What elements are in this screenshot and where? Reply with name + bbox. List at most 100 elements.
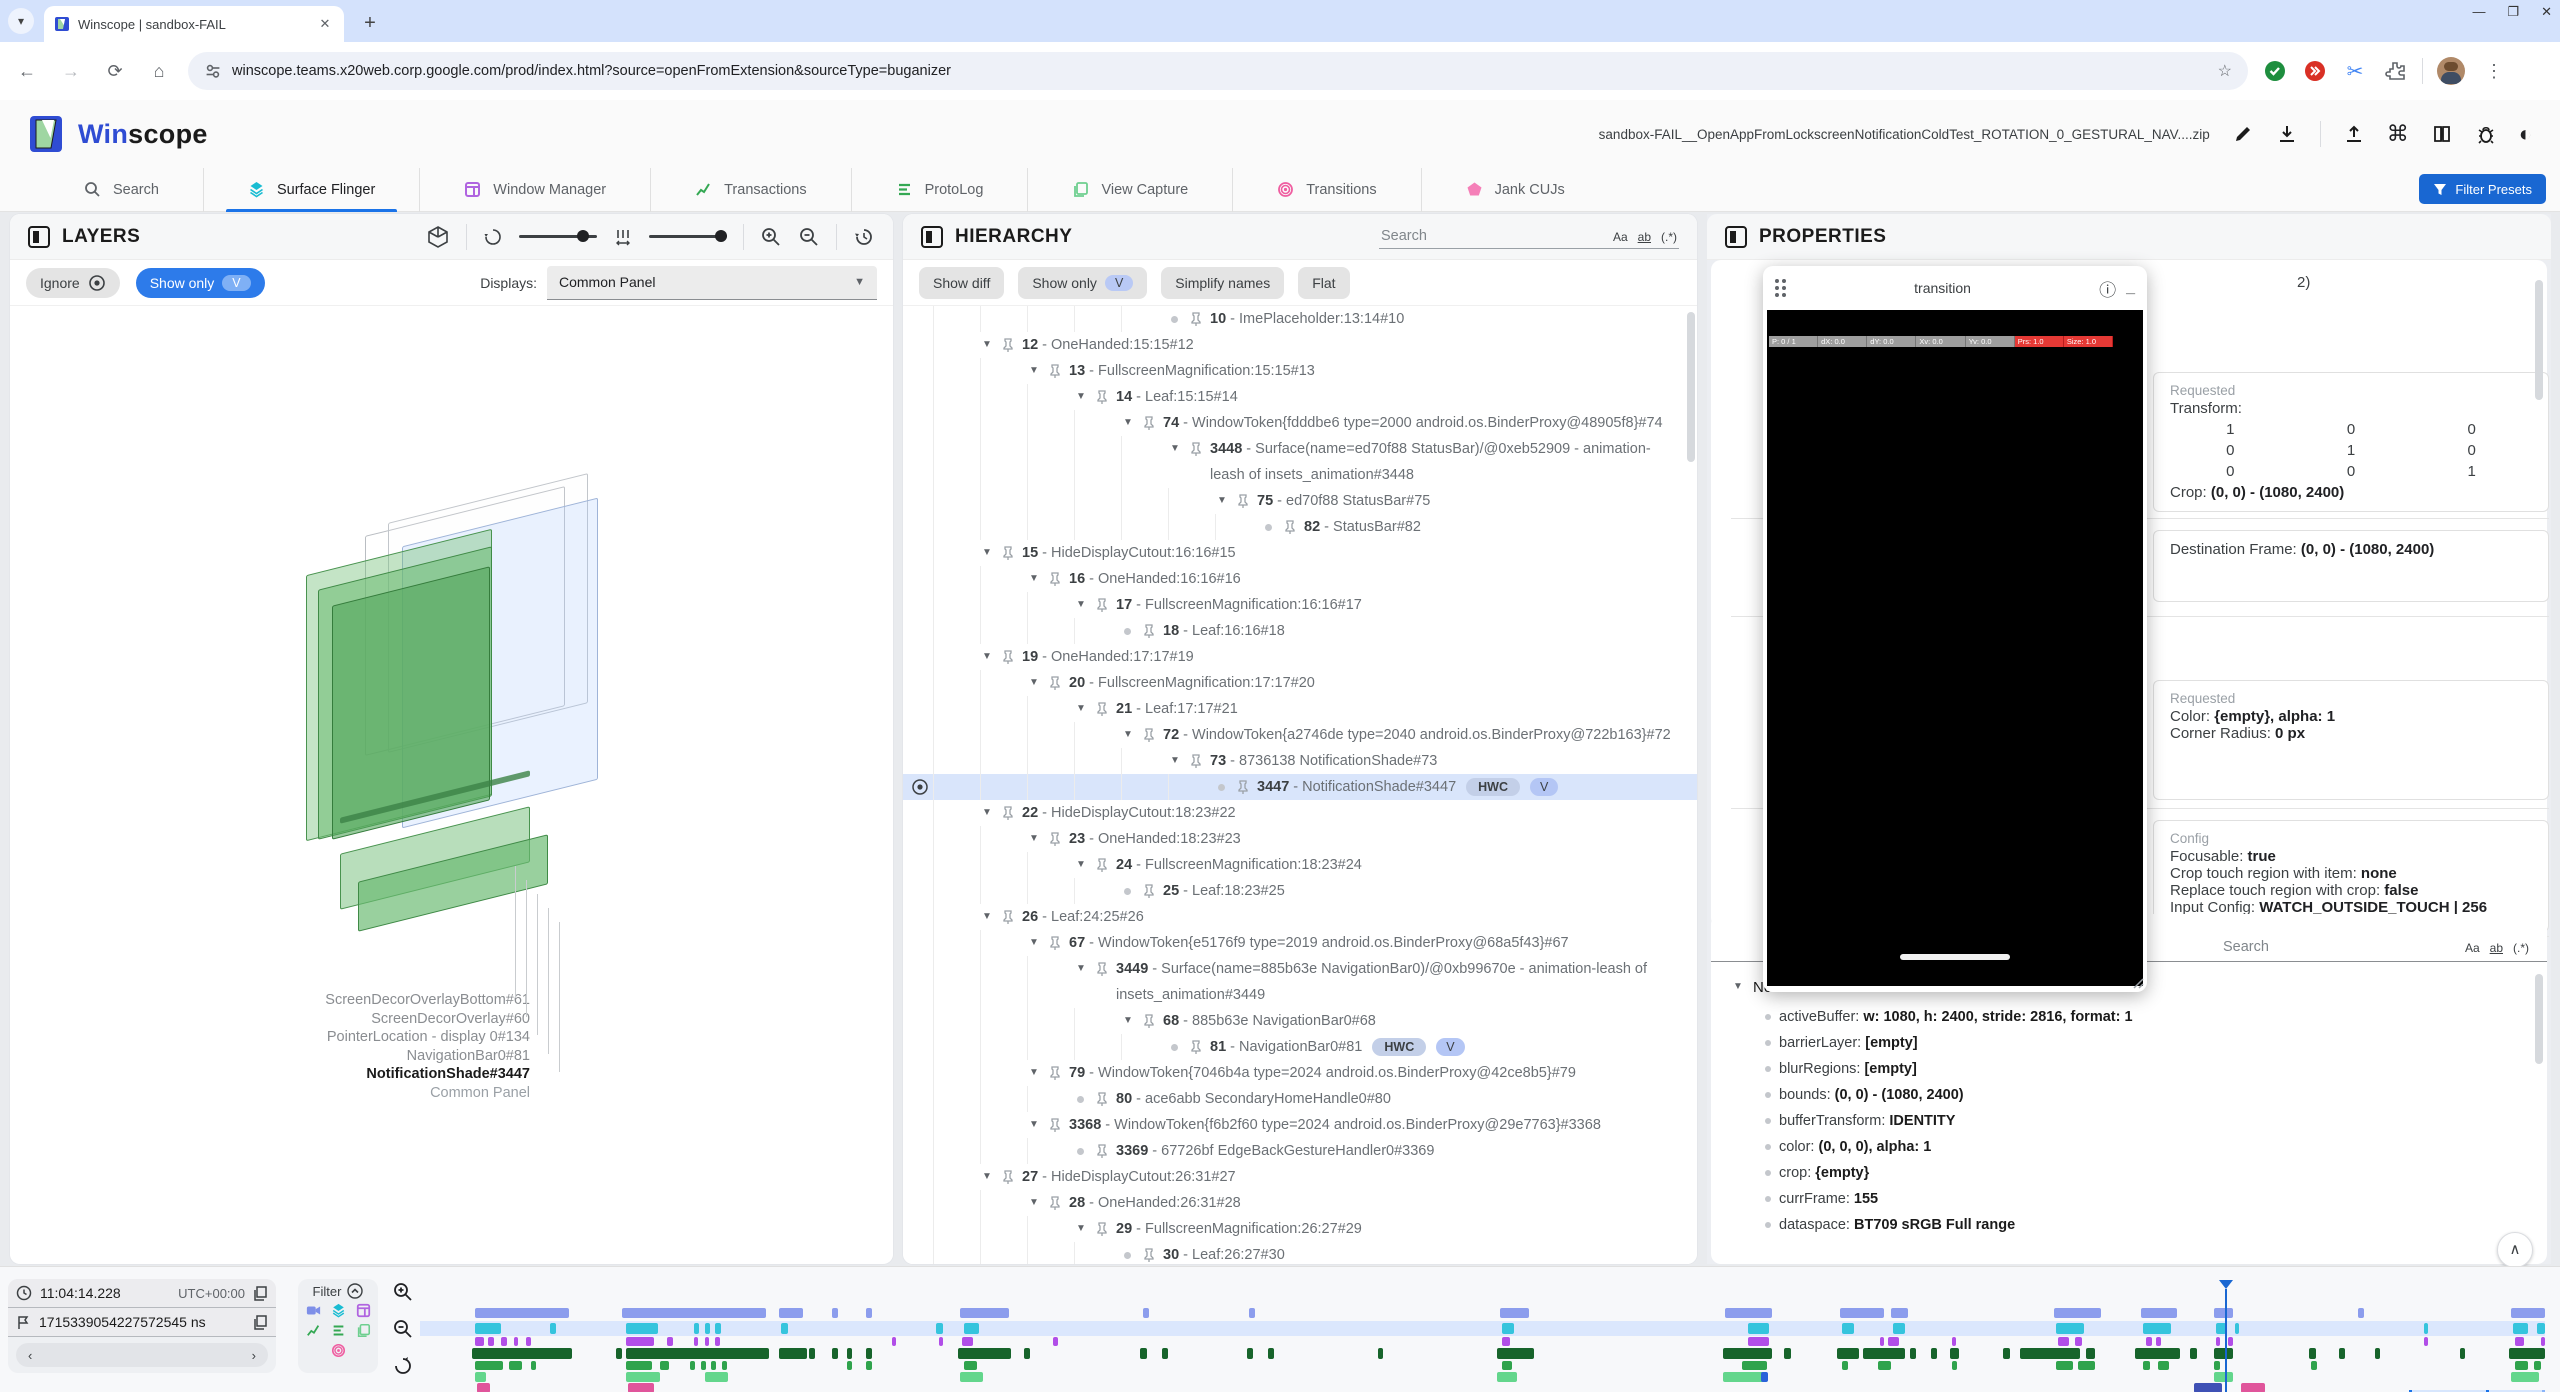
trace-entry-bar[interactable] [847, 1361, 852, 1370]
tree-row[interactable]: ▼ 23 - OneHanded:18:23#23 [903, 826, 1697, 852]
property-row[interactable]: bounds: (0, 0) - (1080, 2400) [1731, 1087, 2539, 1104]
extension-red-icon[interactable] [2302, 58, 2328, 84]
tab-transitions[interactable]: Transitions [1232, 168, 1420, 212]
extension-green-icon[interactable] [2262, 58, 2288, 84]
site-settings-icon[interactable] [204, 62, 222, 80]
layer-label[interactable]: ScreenDecorOverlayBottom#61 [325, 992, 530, 1008]
trace-entry-bar[interactable] [964, 1323, 979, 1334]
collapse-filter-icon[interactable] [347, 1283, 363, 1299]
trace-entry-bar[interactable] [2075, 1337, 2081, 1346]
tab-close-icon[interactable]: ✕ [316, 15, 334, 33]
trace-entry-bar[interactable] [2214, 1348, 2233, 1359]
timeline-reset-zoom-icon[interactable] [392, 1355, 414, 1377]
property-row[interactable]: currFrame: 155 [1731, 1191, 2539, 1208]
pin-icon[interactable] [1096, 1222, 1108, 1237]
window-maximize-icon[interactable]: ❐ [2507, 4, 2519, 20]
curr-state-scrollbar[interactable] [2535, 974, 2543, 1064]
upload-icon[interactable] [2343, 123, 2365, 145]
back-icon[interactable]: ← [12, 56, 42, 86]
properties-scrollbar[interactable] [2535, 280, 2543, 400]
trace-entry-bar[interactable] [2339, 1348, 2345, 1359]
dark-mode-toggle-icon[interactable]: ◐ [2519, 121, 2532, 147]
pin-icon[interactable] [1143, 1014, 1155, 1029]
expand-arrow-icon[interactable]: ▼ [1121, 410, 1135, 436]
toggle-show-only[interactable]: Show onlyV [1018, 267, 1147, 299]
layer-label[interactable]: ScreenDecorOverlay#60 [371, 1011, 530, 1027]
trace-entry-bar[interactable] [2135, 1348, 2180, 1359]
minimize-overlay-icon[interactable]: _ [2126, 279, 2135, 297]
property-row[interactable]: crop: {empty} [1731, 1165, 2539, 1182]
tree-row[interactable]: ▼ 72 - WindowToken{a2746de type=2040 and… [903, 722, 1697, 748]
trace-entry-bar[interactable] [475, 1308, 569, 1318]
trace-entry-bar[interactable] [1880, 1337, 1884, 1346]
trace-entry-bar[interactable] [626, 1348, 768, 1359]
expand-arrow-icon[interactable]: ▼ [1074, 384, 1088, 410]
trace-entry-bar[interactable] [1247, 1348, 1253, 1359]
tree-row[interactable]: 18 - Leaf:16:16#18 [903, 618, 1697, 644]
tree-row[interactable]: ▼ 29 - FullscreenMagnification:26:27#29 [903, 1216, 1697, 1242]
trace-entry-bar[interactable] [711, 1361, 716, 1370]
trace-entry-bar[interactable] [2228, 1337, 2232, 1346]
trace-entry-bar[interactable] [2541, 1337, 2545, 1346]
human-time-field[interactable]: 11:04:14.228 UTC+00:00 [8, 1279, 276, 1308]
tree-row[interactable]: ▼ 75 - ed70f88 StatusBar#75 [903, 488, 1697, 514]
timeline-tracks[interactable] [420, 1281, 2545, 1381]
toggle-show-diff[interactable]: Show diff [919, 267, 1004, 299]
tree-row[interactable]: ▼ 79 - WindowToken{7046b4a type=2024 and… [903, 1060, 1697, 1086]
trace-entry-bar[interactable] [2216, 1337, 2220, 1346]
regex-icon[interactable]: (.*) [1661, 230, 1677, 244]
trace-entry-bar[interactable] [1931, 1348, 1937, 1359]
trace-entry-bar[interactable] [626, 1323, 658, 1334]
copy-icon[interactable] [253, 1286, 268, 1301]
pin-icon[interactable] [1096, 962, 1108, 977]
info-icon[interactable]: ⓘ [2099, 276, 2116, 301]
trace-entry-bar[interactable] [936, 1323, 942, 1334]
tab-jank-cujs[interactable]: Jank CUJs [1421, 168, 1609, 212]
timeline-cursor-line[interactable] [2225, 1289, 2227, 1392]
tree-row[interactable]: ▼ 3449 - Surface(name=885b63e Navigation… [903, 956, 1697, 1008]
property-row[interactable]: barrierLayer: [empty] [1731, 1035, 2539, 1052]
pin-icon[interactable] [1143, 624, 1155, 639]
browser-tab[interactable]: Winscope | sandbox-FAIL ✕ [44, 6, 344, 42]
trace-entry-bar[interactable] [616, 1348, 622, 1359]
pin-icon[interactable] [1049, 1196, 1061, 1211]
trace-entry-bar[interactable] [2056, 1361, 2073, 1370]
trace-entry-bar[interactable] [847, 1348, 852, 1359]
pin-icon[interactable] [1190, 442, 1202, 457]
pin-icon[interactable] [1096, 1144, 1108, 1159]
expand-arrow-icon[interactable]: ▼ [1074, 696, 1088, 722]
tree-row[interactable]: ▼ 68 - 885b63e NavigationBar0#68 [903, 1008, 1697, 1034]
ns-time-field[interactable]: 1715339054227572545 ns [8, 1308, 276, 1337]
profile-avatar[interactable] [2437, 57, 2465, 85]
url-bar[interactable]: winscope.teams.x20web.corp.google.com/pr… [188, 52, 2248, 90]
trace-entry-bar[interactable] [1742, 1361, 1768, 1370]
shortcuts-icon[interactable]: ⌘ [2387, 121, 2409, 147]
expand-arrow-icon[interactable]: ▼ [1027, 826, 1041, 852]
pin-icon[interactable] [1190, 1040, 1202, 1055]
trace-entry-bar[interactable] [2358, 1308, 2364, 1318]
layer-label[interactable]: PointerLocation - display 0#134 [327, 1029, 530, 1045]
tree-row[interactable]: ▼ 22 - HideDisplayCutout:18:23#22 [903, 800, 1697, 826]
regex-icon[interactable]: (.*) [2513, 941, 2529, 955]
trace-entry-bar[interactable] [2086, 1348, 2095, 1359]
pin-icon[interactable] [1002, 338, 1014, 353]
filter-chart-icon[interactable] [306, 1323, 321, 1338]
tree-row[interactable]: ▼ 19 - OneHanded:17:17#19 [903, 644, 1697, 670]
url-text[interactable]: winscope.teams.x20web.corp.google.com/pr… [232, 63, 2208, 79]
trace-entry-bar[interactable] [2534, 1361, 2540, 1370]
trace-entry-bar[interactable] [1878, 1361, 1891, 1370]
trace-entry-bar[interactable] [622, 1308, 767, 1318]
trace-entry-bar[interactable] [722, 1361, 727, 1370]
trace-entry-bar[interactable] [472, 1348, 572, 1359]
trace-entry-bar[interactable] [694, 1323, 699, 1334]
trace-entry-bar[interactable] [2537, 1323, 2546, 1334]
prev-entry-button[interactable]: ‹ [28, 1348, 32, 1363]
pin-icon[interactable] [1049, 936, 1061, 951]
trace-entry-bar[interactable] [626, 1361, 652, 1370]
chrome-menu-icon[interactable]: ⋮ [2479, 56, 2509, 86]
trace-entry-bar[interactable] [1888, 1337, 1899, 1346]
trace-entry-bar[interactable] [809, 1348, 815, 1359]
trace-entry-bar[interactable] [939, 1337, 943, 1346]
pin-icon[interactable] [1002, 1170, 1014, 1185]
zoom-in-icon[interactable] [760, 226, 782, 248]
